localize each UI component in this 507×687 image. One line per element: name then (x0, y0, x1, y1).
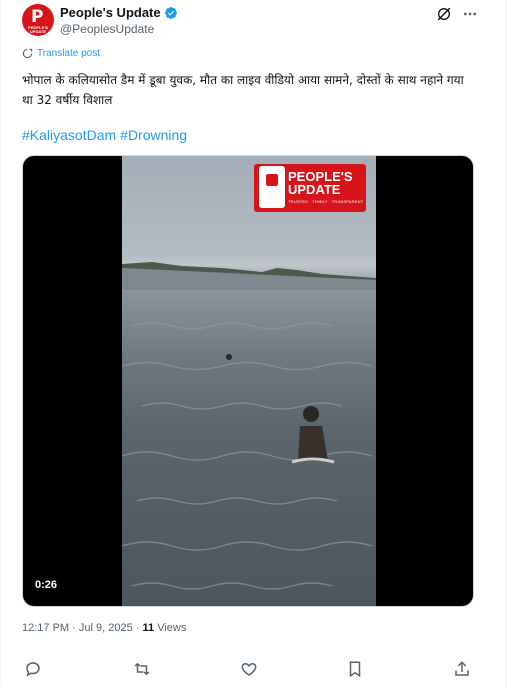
translate-label: Translate post (37, 48, 100, 59)
more-icon[interactable] (462, 6, 478, 22)
grok-icon[interactable] (436, 6, 452, 22)
translate-icon (22, 48, 33, 59)
post-time[interactable]: 12:17 PM (22, 622, 69, 634)
share-icon (455, 661, 469, 676)
water-image (122, 322, 373, 590)
meta-separator: · (69, 622, 79, 634)
views-count: 11 (142, 622, 155, 634)
reply-icon (26, 662, 40, 677)
bookmark-icon (349, 661, 361, 678)
post-date[interactable]: Jul 9, 2025 (79, 622, 133, 634)
post-meta: 12:17 PM · Jul 9, 2025 · 11 Views (22, 622, 186, 634)
post-header: P PEOPLE'S UPDATE People's Update @Peopl… (22, 4, 478, 40)
hashtags: #KaliyasotDam #Drowning (22, 127, 191, 143)
translate-post-link[interactable]: Translate post (22, 48, 100, 59)
action-bar (22, 660, 474, 680)
video-duration: 0:26 (35, 579, 58, 591)
reply-button[interactable] (24, 660, 42, 678)
logo-tagline: TRUSTED · TIMELY · TRANSPARENT (288, 199, 364, 204)
logo-text-line2: UPDATE (288, 182, 341, 197)
verified-badge-icon (164, 6, 177, 19)
post-text: भोपाल के कलियासोत डैम में डूबा युवक, मौत… (22, 73, 464, 107)
hashtag-link[interactable]: #KaliyasotDam (22, 127, 116, 143)
name-row: People's Update (60, 5, 178, 20)
bookmark-button[interactable] (346, 660, 364, 678)
avatar[interactable]: P PEOPLE'S UPDATE (22, 4, 54, 36)
display-name[interactable]: People's Update (60, 5, 161, 20)
brand-logo: PEOPLE'S UPDATE TRUSTED · TIMELY · TRANS… (254, 164, 366, 212)
handle[interactable]: @PeoplesUpdate (60, 22, 154, 36)
swimmer-figure (291, 406, 335, 464)
repost-icon (134, 662, 150, 676)
like-button[interactable] (240, 660, 258, 678)
avatar-initial: P (31, 7, 44, 27)
video-player[interactable]: PEOPLE'S UPDATE TRUSTED · TIMELY · TRANS… (22, 155, 474, 607)
logo-p-mark (259, 166, 285, 208)
hashtag-link[interactable]: #Drowning (120, 127, 187, 143)
views-label: Views (157, 622, 187, 634)
like-icon (241, 662, 257, 676)
shoreline-image (122, 262, 376, 290)
repost-button[interactable] (133, 660, 151, 678)
video-frame[interactable]: PEOPLE'S UPDATE TRUSTED · TIMELY · TRANS… (122, 156, 376, 606)
share-button[interactable] (453, 660, 471, 678)
avatar-caption: PEOPLE'S UPDATE (28, 25, 48, 34)
